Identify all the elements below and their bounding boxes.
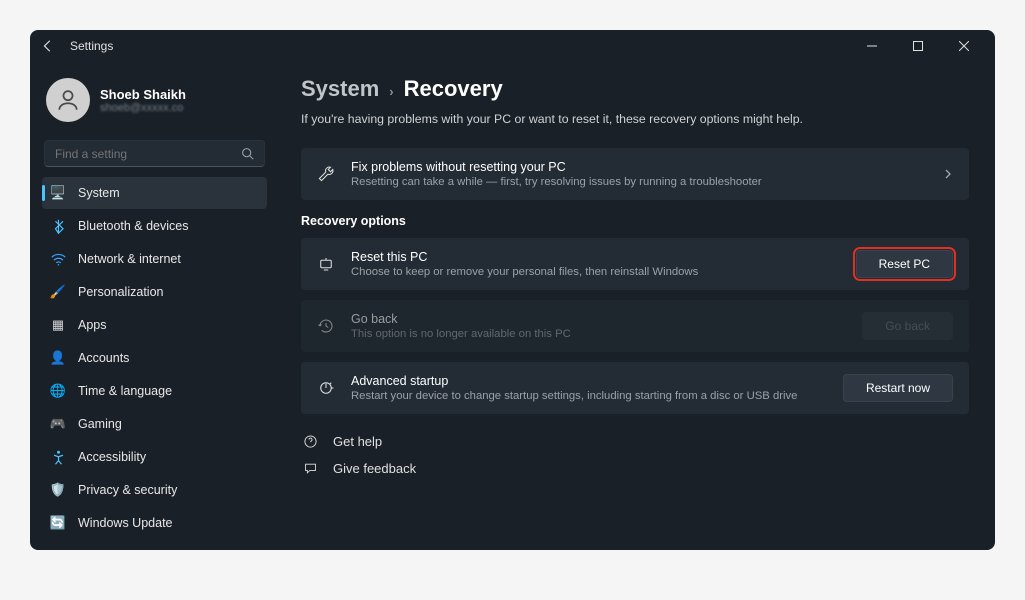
nav-label: Privacy & security: [78, 483, 177, 497]
give-feedback-label: Give feedback: [333, 461, 416, 476]
maximize-button[interactable]: [895, 30, 941, 62]
nav-label: Network & internet: [78, 252, 181, 266]
nav-icon: 🖥️: [50, 185, 66, 201]
nav-label: Apps: [78, 318, 107, 332]
nav-item-gaming[interactable]: 🎮 Gaming: [42, 408, 267, 440]
advanced-title: Advanced startup: [351, 374, 827, 388]
advanced-subtitle: Restart your device to change startup se…: [351, 390, 827, 402]
window-title: Settings: [70, 39, 113, 53]
go-back-button: Go back: [862, 312, 953, 340]
main-panel: System › Recovery If you're having probl…: [275, 62, 995, 550]
nav-label: Bluetooth & devices: [78, 219, 189, 233]
reset-title: Reset this PC: [351, 250, 840, 264]
advanced-startup-card: Advanced startup Restart your device to …: [301, 362, 969, 414]
profile-name: Shoeb Shaikh: [100, 87, 186, 102]
chevron-right-icon: [943, 169, 953, 179]
chevron-right-icon: ›: [389, 84, 393, 99]
nav-item-windows-update[interactable]: 🔄 Windows Update: [42, 507, 267, 539]
search-icon: [241, 147, 254, 160]
feedback-icon: [303, 461, 319, 476]
power-icon: [317, 379, 335, 397]
page-description: If you're having problems with your PC o…: [301, 112, 969, 126]
sidebar: Shoeb Shaikh shoeb@xxxxx.co 🖥️ System Blue…: [30, 62, 275, 550]
nav-icon: [50, 218, 66, 234]
nav-list: 🖥️ System Bluetooth & devices Network & int…: [42, 177, 267, 540]
nav-icon: 👤: [50, 350, 66, 366]
settings-window: Settings Shoeb Shaikh shoeb@xxxxx.co: [30, 30, 995, 550]
nav-item-system[interactable]: 🖥️ System: [42, 177, 267, 209]
search-box[interactable]: [44, 140, 265, 167]
reset-pc-card: Reset this PC Choose to keep or remove y…: [301, 238, 969, 290]
reset-pc-button[interactable]: Reset PC: [856, 250, 953, 278]
breadcrumb: System › Recovery: [301, 76, 969, 102]
titlebar: Settings: [30, 30, 995, 62]
nav-icon: ▦: [50, 317, 66, 333]
goback-subtitle: This option is no longer available on th…: [351, 328, 846, 340]
profile-email: shoeb@xxxxx.co: [100, 102, 186, 114]
nav-label: System: [78, 186, 120, 200]
nav-label: Accessibility: [78, 450, 146, 464]
reset-subtitle: Choose to keep or remove your personal f…: [351, 266, 840, 278]
nav-icon: [50, 449, 66, 465]
nav-icon: 🎮: [50, 416, 66, 432]
nav-icon: 🖌️: [50, 284, 66, 300]
nav-icon: 🔄: [50, 515, 66, 531]
fix-title: Fix problems without resetting your PC: [351, 160, 927, 174]
nav-icon: 🛡️: [50, 482, 66, 498]
nav-item-network-internet[interactable]: Network & internet: [42, 243, 267, 275]
nav-icon: [50, 251, 66, 267]
nav-label: Windows Update: [78, 516, 173, 530]
wrench-icon: [317, 165, 335, 183]
fix-subtitle: Resetting can take a while — first, try …: [351, 176, 927, 188]
goback-title: Go back: [351, 312, 846, 326]
give-feedback-link[interactable]: Give feedback: [301, 455, 969, 482]
nav-label: Accounts: [78, 351, 129, 365]
breadcrumb-parent[interactable]: System: [301, 76, 379, 102]
nav-item-apps[interactable]: ▦ Apps: [42, 309, 267, 341]
recovery-options-header: Recovery options: [301, 214, 969, 228]
nav-label: Gaming: [78, 417, 122, 431]
help-icon: [303, 434, 319, 449]
nav-label: Time & language: [78, 384, 172, 398]
nav-item-time-language[interactable]: 🌐 Time & language: [42, 375, 267, 407]
nav-item-accounts[interactable]: 👤 Accounts: [42, 342, 267, 374]
nav-item-accessibility[interactable]: Accessibility: [42, 441, 267, 473]
breadcrumb-current: Recovery: [404, 76, 503, 102]
close-button[interactable]: [941, 30, 987, 62]
restart-now-button[interactable]: Restart now: [843, 374, 953, 402]
profile[interactable]: Shoeb Shaikh shoeb@xxxxx.co: [42, 72, 267, 134]
go-back-card: Go back This option is no longer availab…: [301, 300, 969, 352]
reset-icon: [317, 255, 335, 273]
nav-icon: 🌐: [50, 383, 66, 399]
fix-problems-card[interactable]: Fix problems without resetting your PC R…: [301, 148, 969, 200]
nav-item-personalization[interactable]: 🖌️ Personalization: [42, 276, 267, 308]
nav-item-bluetooth-devices[interactable]: Bluetooth & devices: [42, 210, 267, 242]
get-help-label: Get help: [333, 434, 382, 449]
avatar: [46, 78, 90, 122]
history-icon: [317, 317, 335, 335]
nav-label: Personalization: [78, 285, 163, 299]
back-button[interactable]: [38, 39, 58, 53]
nav-item-privacy-security[interactable]: 🛡️ Privacy & security: [42, 474, 267, 506]
search-input[interactable]: [55, 147, 241, 161]
minimize-button[interactable]: [849, 30, 895, 62]
get-help-link[interactable]: Get help: [301, 428, 969, 455]
